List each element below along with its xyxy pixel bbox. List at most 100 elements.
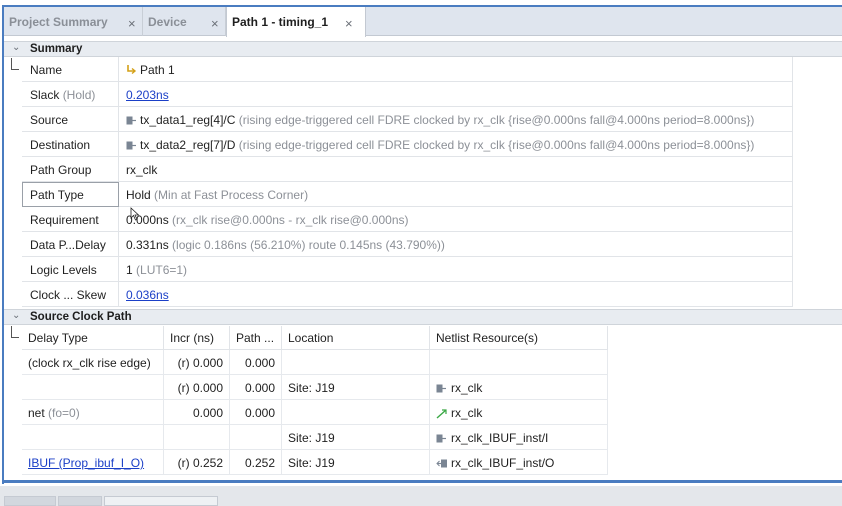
row-value: 1 (LUT6=1)	[126, 263, 187, 277]
incr-cell: (r) 0.252	[164, 450, 230, 475]
close-icon[interactable]: ×	[345, 16, 353, 31]
tab-label: Path 1 - timing_1	[232, 15, 329, 29]
row-key: Logic Levels	[22, 257, 119, 282]
row-key[interactable]: Path Type	[22, 182, 119, 207]
resource-cell: rx_clk_IBUF_inst/O	[430, 450, 608, 475]
summary-section-header[interactable]: ⌄ Summary	[4, 41, 842, 57]
tab-project-summary[interactable]: Project Summary ×	[4, 7, 143, 36]
row-value: tx_data2_reg[7]/D (rising edge-triggered…	[126, 138, 754, 152]
delay-type-cell: net (fo=0)	[22, 400, 164, 425]
tab-device[interactable]: Device ×	[143, 7, 226, 36]
tab-label: Device	[148, 14, 187, 29]
column-header-path[interactable]: Path ...	[230, 326, 282, 350]
incr-cell	[164, 425, 230, 450]
summary-row-source: Source tx_data1_reg[4]/C (rising edge-tr…	[22, 107, 793, 132]
path-type-detail: (Min at Fast Process Corner)	[154, 188, 309, 202]
column-header-netlist-resources[interactable]: Netlist Resource(s)	[430, 326, 608, 350]
resource-name[interactable]: rx_clk_IBUF_inst/I	[451, 431, 548, 445]
table-row[interactable]: (clock rx_clk rise edge) (r) 0.000 0.000	[22, 350, 608, 375]
incr-cell: (r) 0.000	[164, 375, 230, 400]
slack-link[interactable]: 0.203ns	[126, 88, 169, 102]
table-row[interactable]: net (fo=0) 0.000 0.000 rx_clk	[22, 400, 608, 425]
resource-name[interactable]: rx_clk	[451, 381, 482, 395]
delay-type-cell	[22, 425, 164, 450]
clock-skew-link[interactable]: 0.036ns	[126, 288, 169, 302]
summary-row-logic-levels: Logic Levels 1 (LUT6=1)	[22, 257, 793, 282]
resource-name[interactable]: rx_clk_IBUF_inst/O	[451, 456, 554, 470]
ibuf-link[interactable]: IBUF (Prop_ibuf_I_O)	[28, 456, 144, 470]
tab-bar: Project Summary × Device × Path 1 - timi…	[4, 7, 842, 37]
resource-cell	[430, 350, 608, 375]
row-key: Destination	[22, 132, 119, 157]
column-header-incr[interactable]: Incr (ns)	[164, 326, 230, 350]
location-cell	[282, 400, 430, 425]
path-cell: 0.252	[230, 450, 282, 475]
path-cell: 0.000	[230, 375, 282, 400]
bottom-panel-strip	[0, 486, 842, 506]
row-value: Path 1	[126, 63, 175, 77]
grid-divider	[792, 57, 793, 307]
window-border-left	[2, 6, 4, 484]
tree-connector	[11, 326, 19, 338]
timing-report-window: Project Summary × Device × Path 1 - timi…	[0, 0, 842, 506]
logic-levels-detail: (LUT6=1)	[136, 263, 188, 277]
table-row[interactable]: Site: J19 rx_clk_IBUF_inst/I	[22, 425, 608, 450]
column-header-location[interactable]: Location	[282, 326, 430, 350]
close-icon[interactable]: ×	[128, 16, 136, 31]
source-detail: (rising edge-triggered cell FDRE clocked…	[238, 113, 755, 127]
destination-pin[interactable]: tx_data2_reg[7]/D	[140, 138, 235, 152]
chevron-down-icon[interactable]: ⌄	[12, 310, 20, 321]
row-value: 0.331ns (logic 0.186ns (56.210%) route 0…	[126, 238, 445, 252]
column-header-delay-type[interactable]: Delay Type	[22, 326, 164, 350]
cell-icon	[126, 141, 136, 150]
location-cell: Site: J19	[282, 450, 430, 475]
table-row[interactable]: IBUF (Prop_ibuf_I_O) (r) 0.252 0.252 Sit…	[22, 450, 608, 475]
window-border-bottom	[2, 480, 842, 483]
row-value: 0.000ns (rx_clk rise@0.000ns - rx_clk ri…	[126, 213, 408, 227]
summary-row-destination: Destination tx_data2_reg[7]/D (rising ed…	[22, 132, 793, 157]
port-icon	[436, 384, 446, 393]
source-pin[interactable]: tx_data1_reg[4]/C	[140, 113, 235, 127]
resource-cell: rx_clk	[430, 375, 608, 400]
bottom-tab[interactable]	[4, 496, 56, 506]
summary-row-data-path-delay: Data P...Delay 0.331ns (logic 0.186ns (5…	[22, 232, 793, 257]
out-port-icon	[436, 459, 447, 468]
row-key: Requirement	[22, 207, 119, 232]
path-cell: 0.000	[230, 350, 282, 375]
delay-detail: (logic 0.186ns (56.210%) route 0.145ns (…	[172, 238, 445, 252]
row-key: Source	[22, 107, 119, 132]
bottom-tab[interactable]	[104, 496, 218, 506]
table-row[interactable]: (r) 0.000 0.000 Site: J19 rx_clk	[22, 375, 608, 400]
close-icon[interactable]: ×	[211, 16, 219, 31]
cell-icon	[126, 116, 136, 125]
resource-name[interactable]: rx_clk	[451, 406, 482, 420]
logic-levels-value: 1	[126, 263, 133, 277]
source-clock-path-section-header[interactable]: ⌄ Source Clock Path	[4, 309, 842, 325]
key-text: Slack	[30, 88, 60, 102]
chevron-down-icon[interactable]: ⌄	[12, 42, 20, 53]
tab-path-1-timing-1[interactable]: Path 1 - timing_1 ×	[226, 7, 366, 37]
section-title: Source Clock Path	[30, 311, 132, 323]
delay-type-cell	[22, 375, 164, 400]
net-icon	[436, 409, 447, 419]
row-value: 0.203ns	[126, 88, 169, 102]
resource-cell: rx_clk_IBUF_inst/I	[430, 425, 608, 450]
location-cell: Site: J19	[282, 375, 430, 400]
row-value: Hold (Min at Fast Process Corner)	[126, 188, 308, 202]
mouse-cursor-icon	[130, 207, 140, 221]
summary-row-path-group: Path Group rx_clk	[22, 157, 793, 182]
row-value: tx_data1_reg[4]/C (rising edge-triggered…	[126, 113, 754, 127]
path-cell: 0.000	[230, 400, 282, 425]
location-cell	[282, 350, 430, 375]
bottom-tab[interactable]	[58, 496, 102, 506]
requirement-detail: (rx_clk rise@0.000ns - rx_clk rise@0.000…	[172, 213, 409, 227]
summary-row-path-type: Path Type Hold (Min at Fast Process Corn…	[22, 182, 793, 207]
path-icon	[127, 65, 137, 75]
row-value: rx_clk	[126, 163, 158, 177]
location-cell: Site: J19	[282, 425, 430, 450]
incr-cell: (r) 0.000	[164, 350, 230, 375]
summary-row-slack: Slack (Hold) 0.203ns	[22, 82, 793, 107]
delay-type-text: net	[28, 406, 45, 420]
row-key: Data P...Delay	[22, 232, 119, 257]
section-title: Summary	[30, 43, 83, 55]
